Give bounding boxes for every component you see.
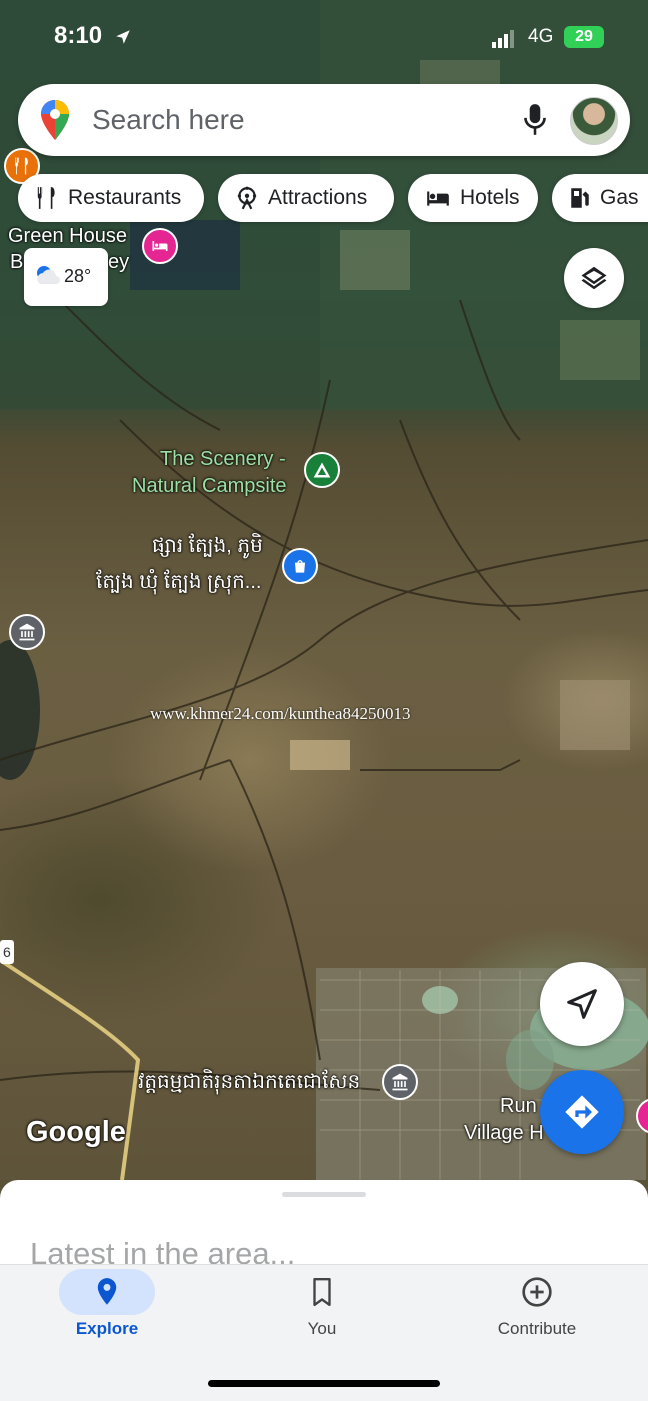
status-time: 8:10: [54, 22, 103, 49]
map-label-scenery-2[interactable]: Natural Campsite: [132, 474, 287, 498]
map-label-green-house-b: B: [10, 251, 24, 273]
tab-explore[interactable]: Explore: [27, 1265, 187, 1355]
campsite-poi-icon[interactable]: [304, 452, 340, 488]
hotel-poi-icon[interactable]: [142, 228, 178, 264]
directions-icon: [565, 1095, 599, 1129]
layers-button[interactable]: [564, 248, 624, 308]
location-arrow-icon: [116, 30, 130, 44]
directions-button[interactable]: [540, 1070, 624, 1154]
tab-label-explore: Explore: [75, 1319, 139, 1338]
map-label-khmer-market-2[interactable]: ត្បែង ឃុំ ត្បែង ស្រុក...: [96, 570, 261, 594]
tab-contribute[interactable]: Contribute: [457, 1265, 617, 1355]
bed-icon: [427, 191, 449, 206]
status-bar: 8:10 4G 29: [0, 18, 648, 58]
chip-label: Hotels: [460, 186, 520, 209]
signal-icon: [492, 30, 514, 48]
map-label-green-house[interactable]: Green House: [8, 224, 127, 248]
map-label-run-village-2[interactable]: Village H: [464, 1121, 544, 1145]
gas-pump-icon: [571, 188, 589, 208]
tab-label-contribute: Contribute: [497, 1319, 577, 1338]
weather-temperature: 28°: [64, 266, 92, 286]
fork-knife-icon: [37, 187, 55, 209]
bottom-sheet[interactable]: Latest in the area...: [0, 1180, 648, 1264]
chip-restaurants[interactable]: Restaurants: [18, 174, 204, 222]
weather-badge[interactable]: 28°: [24, 248, 108, 306]
search-input[interactable]: Search here: [92, 104, 245, 136]
map-label-scenery-1[interactable]: The Scenery -: [160, 447, 286, 471]
battery-level: 29: [564, 26, 604, 48]
home-indicator[interactable]: [208, 1380, 440, 1387]
sheet-drag-handle[interactable]: [282, 1192, 366, 1197]
map-label-road-number: 6: [0, 940, 14, 964]
chip-label: Gas: [600, 186, 639, 209]
museum-poi-icon[interactable]: [9, 614, 45, 650]
my-location-button[interactable]: [540, 962, 624, 1046]
explore-pin-icon: [97, 1278, 117, 1305]
chip-label: Attractions: [268, 186, 368, 209]
category-chips: Restaurants Attractions Hotels Gas: [0, 174, 648, 224]
network-type: 4G: [528, 26, 554, 47]
chip-label: Restaurants: [68, 186, 182, 209]
tab-label-you: You: [307, 1319, 337, 1338]
search-bar[interactable]: Search here: [18, 84, 630, 156]
navigation-arrow-icon: [567, 989, 597, 1019]
sheet-heading: Latest in the area...: [30, 1236, 296, 1264]
chip-gas[interactable]: Gas: [552, 174, 648, 222]
map-label-run-village-1[interactable]: Run: [500, 1094, 537, 1118]
temple-poi-icon[interactable]: [382, 1064, 418, 1100]
partly-cloudy-icon: [37, 266, 60, 284]
google-logo: Google: [26, 1116, 126, 1148]
map-label-khmer-temple[interactable]: វត្តធម្មជាតិរុនតាឯកតេជោសែន: [138, 1070, 360, 1094]
ferris-wheel-icon: [237, 186, 257, 210]
tab-you[interactable]: You: [242, 1265, 402, 1355]
google-maps-pin-icon: [41, 100, 69, 140]
profile-avatar[interactable]: [570, 97, 618, 145]
watermark-text: www.khmer24.com/kunthea84250013: [150, 704, 411, 723]
map-label-green-house-ey: ey: [108, 251, 130, 273]
map-label-khmer-market-1[interactable]: ផ្សារ ត្បែង, ភូមិ: [152, 534, 263, 558]
chip-hotels[interactable]: Hotels: [408, 174, 538, 222]
chip-attractions[interactable]: Attractions: [218, 174, 394, 222]
layers-icon: [581, 266, 607, 290]
add-circle-icon: [522, 1277, 552, 1307]
microphone-icon[interactable]: [522, 102, 548, 138]
bookmark-icon: [313, 1277, 331, 1307]
shopping-poi-icon[interactable]: [282, 548, 318, 584]
